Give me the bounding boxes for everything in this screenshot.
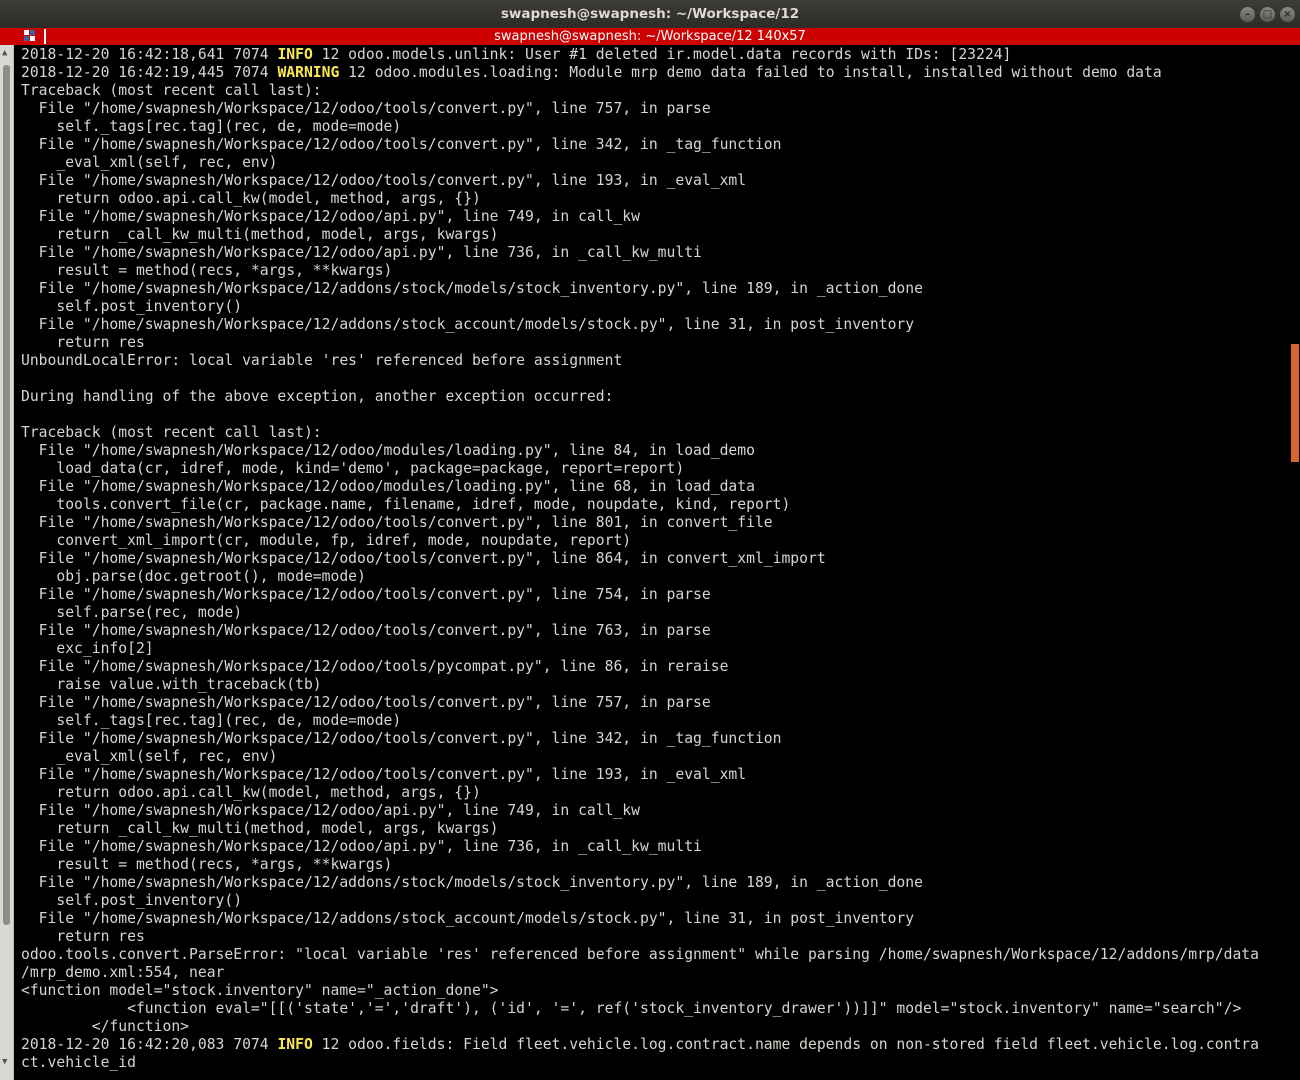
terminal-line: File "/home/swapnesh/Workspace/12/addons… [21, 910, 915, 927]
log-level: INFO [277, 46, 313, 63]
terminal-line: File "/home/swapnesh/Workspace/12/odoo/t… [21, 136, 782, 153]
terminal-line: File "/home/swapnesh/Workspace/12/odoo/m… [21, 442, 755, 459]
terminal-line: File "/home/swapnesh/Workspace/12/odoo/t… [21, 550, 826, 567]
log-message: 12 odoo.fields: Field fleet.vehicle.log.… [312, 1036, 1259, 1053]
terminal-line: self.post_inventory() [21, 892, 243, 909]
minimize-icon[interactable]: – [1239, 6, 1256, 23]
terminal-line: Traceback (most recent call last): [21, 424, 322, 441]
scroll-down-arrow-icon[interactable]: ▼ [2, 1057, 7, 1067]
log-prefix: 2018-12-20 16:42:20,083 7074 [21, 1036, 278, 1053]
log-prefix: 2018-12-20 16:42:19,445 7074 [21, 64, 278, 81]
terminal-line: return _call_kw_multi(method, model, arg… [21, 820, 499, 837]
terminal-line: File "/home/swapnesh/Workspace/12/odoo/t… [21, 622, 711, 639]
terminal-line: File "/home/swapnesh/Workspace/12/odoo/t… [21, 766, 747, 783]
terminal-line: return res [21, 334, 145, 351]
terminal-scrollbar[interactable] [1289, 46, 1300, 1080]
terminal-line: self._tags[rec.tag](rec, de, mode=mode) [21, 118, 402, 135]
terminal-line: return odoo.api.call_kw(model, method, a… [21, 190, 481, 207]
terminal-line: File "/home/swapnesh/Workspace/12/odoo/a… [21, 208, 640, 225]
terminal-line: UnboundLocalError: local variable 'res' … [21, 352, 623, 369]
terminal-line: tools.convert_file(cr, package.name, fil… [21, 496, 791, 513]
tab-title[interactable]: swapnesh@swapnesh: ~/Workspace/12 140x57 [0, 28, 1300, 45]
terminal-line: File "/home/swapnesh/Workspace/12/odoo/t… [21, 514, 773, 531]
terminal-line: convert_xml_import(cr, module, fp, idref… [21, 532, 632, 549]
window-title: swapnesh@swapnesh: ~/Workspace/12 [500, 6, 800, 22]
terminal-line: File "/home/swapnesh/Workspace/12/odoo/t… [21, 730, 782, 747]
terminal-line: File "/home/swapnesh/Workspace/12/odoo/t… [21, 172, 747, 189]
left-scrollbar-thumb[interactable] [3, 65, 10, 925]
terminal-line: exc_info[2] [21, 640, 154, 657]
terminal-line: <function eval="[[('state','=','draft'),… [21, 1000, 1242, 1017]
log-message: 12 odoo.modules.loading: Module mrp demo… [339, 64, 1162, 81]
terminal-line: return _call_kw_multi(method, model, arg… [21, 226, 499, 243]
terminal-line: _eval_xml(self, rec, env) [21, 154, 278, 171]
terminal-line: File "/home/swapnesh/Workspace/12/odoo/t… [21, 658, 729, 675]
terminal-line: File "/home/swapnesh/Workspace/12/odoo/a… [21, 838, 702, 855]
terminal-line: ct.vehicle_id [21, 1054, 136, 1071]
terminal-line: File "/home/swapnesh/Workspace/12/odoo/m… [21, 478, 755, 495]
terminal-line: 2018-12-20 16:42:19,445 7074 WARNING 12 … [21, 64, 1289, 82]
left-scrollbar[interactable]: ▲ ▼ [0, 45, 14, 1080]
terminal-line: File "/home/swapnesh/Workspace/12/addons… [21, 874, 923, 891]
terminal-line: obj.parse(doc.getroot(), mode=mode) [21, 568, 366, 585]
terminal-line: 2018-12-20 16:42:20,083 7074 INFO 12 odo… [21, 1036, 1289, 1054]
scroll-up-arrow-icon[interactable]: ▲ [2, 48, 7, 58]
terminal-scrollbar-thumb[interactable] [1291, 344, 1299, 462]
log-message: 12 odoo.models.unlink: User #1 deleted i… [312, 46, 1012, 63]
terminal-line: Traceback (most recent call last): [21, 82, 322, 99]
log-prefix: 2018-12-20 16:42:18,641 7074 [21, 46, 278, 63]
window-titlebar[interactable]: swapnesh@swapnesh: ~/Workspace/12 – □ × [0, 0, 1300, 29]
terminal-line: load_data(cr, idref, mode, kind='demo', … [21, 460, 685, 477]
terminal-line: odoo.tools.convert.ParseError: "local va… [21, 946, 1259, 963]
terminal-line: self.post_inventory() [21, 298, 243, 315]
terminal-line: File "/home/swapnesh/Workspace/12/odoo/a… [21, 244, 702, 261]
terminal-line: File "/home/swapnesh/Workspace/12/addons… [21, 316, 915, 333]
terminal-tab-bar[interactable]: swapnesh@swapnesh: ~/Workspace/12 140x57 [0, 28, 1300, 45]
terminal-line: File "/home/swapnesh/Workspace/12/odoo/a… [21, 802, 640, 819]
maximize-icon[interactable]: □ [1259, 6, 1276, 23]
terminal-line: File "/home/swapnesh/Workspace/12/odoo/t… [21, 694, 711, 711]
terminal-line: /mrp_demo.xml:554, near [21, 964, 225, 981]
terminal-line: return res [21, 928, 145, 945]
terminal-line: self.parse(rec, mode) [21, 604, 243, 621]
terminal-line: _eval_xml(self, rec, env) [21, 748, 278, 765]
terminal-line: self._tags[rec.tag](rec, de, mode=mode) [21, 712, 402, 729]
terminal-line: During handling of the above exception, … [21, 388, 614, 405]
terminal-line: return odoo.api.call_kw(model, method, a… [21, 784, 481, 801]
terminal-line: result = method(recs, *args, **kwargs) [21, 262, 393, 279]
terminal-line: raise value.with_traceback(tb) [21, 676, 322, 693]
log-level: INFO [277, 1036, 313, 1053]
terminal-line: File "/home/swapnesh/Workspace/12/odoo/t… [21, 586, 711, 603]
terminal-line: File "/home/swapnesh/Workspace/12/addons… [21, 280, 923, 297]
terminal-line: File "/home/swapnesh/Workspace/12/odoo/t… [21, 100, 711, 117]
terminal-line: result = method(recs, *args, **kwargs) [21, 856, 393, 873]
close-icon[interactable]: × [1279, 6, 1296, 23]
terminal-line: <function model="stock.inventory" name="… [21, 982, 499, 999]
terminal-line: 2018-12-20 16:42:18,641 7074 INFO 12 odo… [21, 46, 1289, 64]
log-level: WARNING [277, 64, 340, 81]
terminal-output[interactable]: 2018-12-20 16:42:18,641 7074 INFO 12 odo… [21, 46, 1289, 1080]
terminal-line: </function> [21, 1018, 190, 1035]
